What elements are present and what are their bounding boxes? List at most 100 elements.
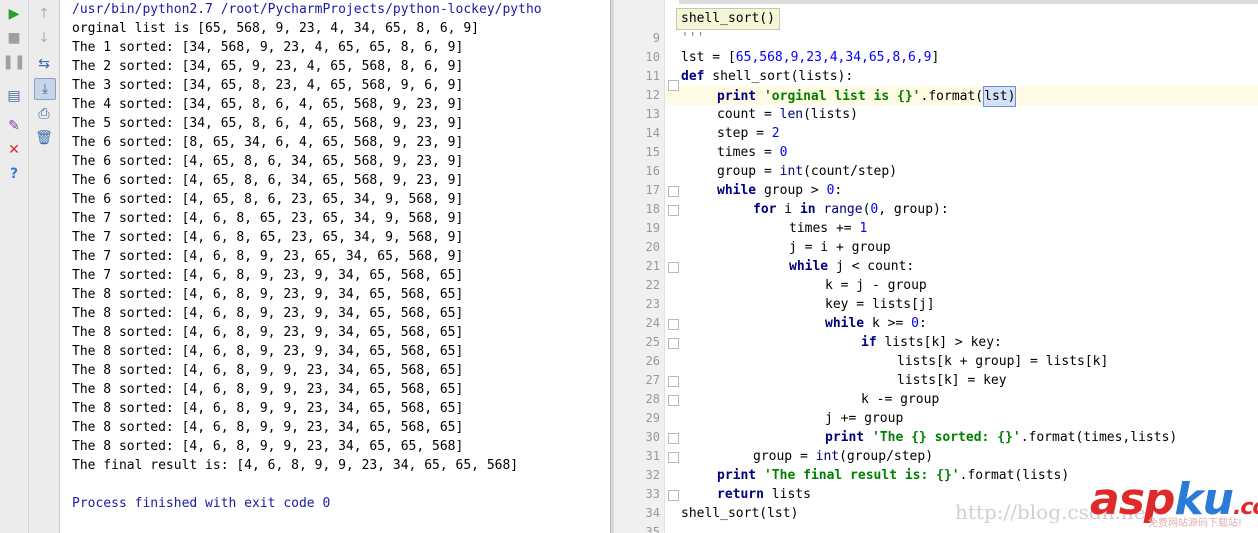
- line-number: 33: [645, 487, 660, 501]
- print-icon[interactable]: ⎙: [34, 104, 54, 124]
- console-line: The 8 sorted: [4, 6, 8, 9, 23, 9, 34, 65…: [72, 325, 464, 340]
- line-number: 24: [645, 316, 660, 330]
- code-line-29: j += group: [825, 411, 904, 426]
- line-number: 12: [645, 88, 660, 102]
- console-line: The 5 sorted: [34, 65, 8, 6, 4, 65, 568,…: [72, 116, 464, 131]
- fold-marker[interactable]: [668, 338, 679, 349]
- code-line-33: return lists: [717, 487, 811, 502]
- line-number: 34: [645, 506, 660, 520]
- line-number: 25: [645, 335, 660, 349]
- code-line-30: print 'The {} sorted: {}'.format(times,l…: [825, 430, 1178, 445]
- console-line: The 3 sorted: [34, 65, 8, 23, 4, 65, 568…: [72, 78, 464, 93]
- line-number: 32: [645, 468, 660, 482]
- watermark-subtitle: 免费网站源码下载站!: [1148, 518, 1243, 529]
- line-number: 23: [645, 297, 660, 311]
- code-line-32: print 'The final result is: {}'.format(l…: [717, 468, 1070, 483]
- console-line: The 4 sorted: [34, 65, 8, 6, 4, 65, 568,…: [72, 97, 464, 112]
- code-line-26: lists[k + group] = lists[k]: [897, 354, 1109, 369]
- console-line: The 6 sorted: [4, 65, 8, 6, 34, 65, 568,…: [72, 173, 464, 188]
- parameter-hint-tooltip: shell_sort(): [676, 8, 780, 30]
- close-icon[interactable]: ✕: [4, 140, 24, 160]
- console-output[interactable]: /usr/bin/python2.7 /root/PycharmProjects…: [60, 0, 610, 533]
- line-number: 19: [645, 221, 660, 235]
- console-line: The 2 sorted: [34, 65, 9, 23, 4, 65, 568…: [72, 59, 464, 74]
- help-icon[interactable]: ?: [4, 164, 24, 184]
- code-line-16: group = int(count/step): [717, 164, 898, 179]
- pin-icon[interactable]: ✎: [4, 116, 24, 136]
- line-number: 15: [645, 145, 660, 159]
- editor-tab-strip: [614, 0, 1258, 4]
- code-line-13: count = len(lists): [717, 107, 858, 122]
- line-number: 18: [645, 202, 660, 216]
- code-line-27: lists[k] = key: [897, 373, 1007, 388]
- console-line: The 8 sorted: [4, 6, 8, 9, 9, 23, 34, 65…: [72, 420, 464, 435]
- line-number: 21: [645, 259, 660, 273]
- code-line-14: step = 2: [717, 126, 780, 141]
- code-line-31: group = int(group/step): [753, 449, 934, 464]
- console-line: The 1 sorted: [34, 568, 9, 23, 4, 65, 65…: [72, 40, 464, 55]
- console-line: The 7 sorted: [4, 6, 8, 65, 23, 65, 34, …: [72, 211, 464, 226]
- fold-marker[interactable]: [668, 80, 679, 91]
- fold-marker[interactable]: [668, 205, 679, 216]
- console-line: The 7 sorted: [4, 6, 8, 9, 23, 65, 34, 6…: [72, 249, 464, 264]
- console-line: The 7 sorted: [4, 6, 8, 9, 23, 9, 34, 65…: [72, 268, 464, 283]
- console-line: The 7 sorted: [4, 6, 8, 65, 23, 65, 34, …: [72, 230, 464, 245]
- line-number: 17: [645, 183, 660, 197]
- console-line: The 6 sorted: [8, 65, 34, 6, 4, 65, 568,…: [72, 135, 464, 150]
- code-line-22: k = j - group: [825, 278, 927, 293]
- console-line: The 6 sorted: [4, 65, 8, 6, 23, 65, 34, …: [72, 192, 464, 207]
- code-line-15: times = 0: [717, 145, 788, 160]
- line-number: 28: [645, 392, 660, 406]
- console-line: The 8 sorted: [4, 6, 8, 9, 23, 9, 34, 65…: [72, 287, 464, 302]
- code-line-20: j = i + group: [789, 240, 891, 255]
- fold-marker[interactable]: [668, 452, 679, 463]
- line-number: 13: [645, 107, 660, 121]
- fold-marker[interactable]: [668, 262, 679, 273]
- fold-marker[interactable]: [668, 186, 679, 197]
- console-toolbar: ↑ ↓ ⇆ ⤓ ⎙ 🗑: [29, 0, 60, 533]
- stop-icon[interactable]: ■: [4, 28, 24, 48]
- console-line: The 8 sorted: [4, 6, 8, 9, 9, 23, 34, 65…: [72, 401, 464, 416]
- line-number: 35: [645, 525, 660, 533]
- console-line: The 8 sorted: [4, 6, 8, 9, 23, 9, 34, 65…: [72, 306, 464, 321]
- code-line-11: def shell_sort(lists):: [681, 69, 854, 84]
- code-line-19: times += 1: [789, 221, 868, 236]
- console-line: orginal list is [65, 568, 9, 23, 4, 34, …: [72, 21, 479, 36]
- pause-icon[interactable]: ❚❚: [2, 52, 25, 72]
- line-number: 29: [645, 411, 660, 425]
- run-icon[interactable]: ▶: [4, 4, 24, 24]
- layout-icon[interactable]: ▤: [4, 86, 24, 106]
- line-number: 27: [645, 373, 660, 387]
- code-line-10: lst = [65,568,9,23,4,34,65,8,6,9]: [681, 50, 940, 65]
- fold-marker[interactable]: [668, 395, 679, 406]
- code-line-24: while k >= 0:: [825, 316, 927, 331]
- matched-paren: lst): [983, 86, 1017, 107]
- line-number: 20: [645, 240, 660, 254]
- line-number: 22: [645, 278, 660, 292]
- line-number: 9: [652, 31, 660, 45]
- down-arrow-icon[interactable]: ↓: [34, 28, 54, 48]
- code-line-17: while group > 0:: [717, 183, 843, 198]
- line-number: 11: [645, 69, 660, 83]
- line-number: 14: [645, 126, 660, 140]
- code-line-25: if lists[k] > key:: [861, 335, 1002, 350]
- code-editor[interactable]: 9 10 11 12 13 14 15 16 17 18 19 20 21 22 23 24 25 26 27 28 2…: [614, 0, 1258, 533]
- code-line-12: print 'orginal list is {}'.format(lst): [681, 86, 1017, 107]
- line-number: 10: [645, 50, 660, 64]
- code-line-23: key = lists[j]: [825, 297, 935, 312]
- scroll-to-end-icon[interactable]: ⤓: [34, 78, 56, 100]
- clear-all-icon[interactable]: 🗑: [34, 128, 54, 148]
- console-line: The 8 sorted: [4, 6, 8, 9, 9, 23, 34, 65…: [72, 439, 464, 454]
- line-number: 16: [645, 164, 660, 178]
- fold-marker[interactable]: [668, 433, 679, 444]
- code-line-18: for i in range(0, group):: [753, 202, 949, 217]
- up-arrow-icon[interactable]: ↑: [34, 4, 54, 24]
- fold-marker[interactable]: [668, 319, 679, 330]
- fold-marker[interactable]: [668, 376, 679, 387]
- console-line: The 8 sorted: [4, 6, 8, 9, 23, 9, 34, 65…: [72, 344, 464, 359]
- soft-wrap-icon[interactable]: ⇆: [34, 54, 54, 74]
- console-line: The final result is: [4, 6, 8, 9, 9, 23,…: [72, 458, 519, 473]
- console-line: Process finished with exit code 0: [72, 496, 331, 511]
- code-line-21: while j < count:: [789, 259, 915, 274]
- fold-marker[interactable]: [668, 490, 679, 501]
